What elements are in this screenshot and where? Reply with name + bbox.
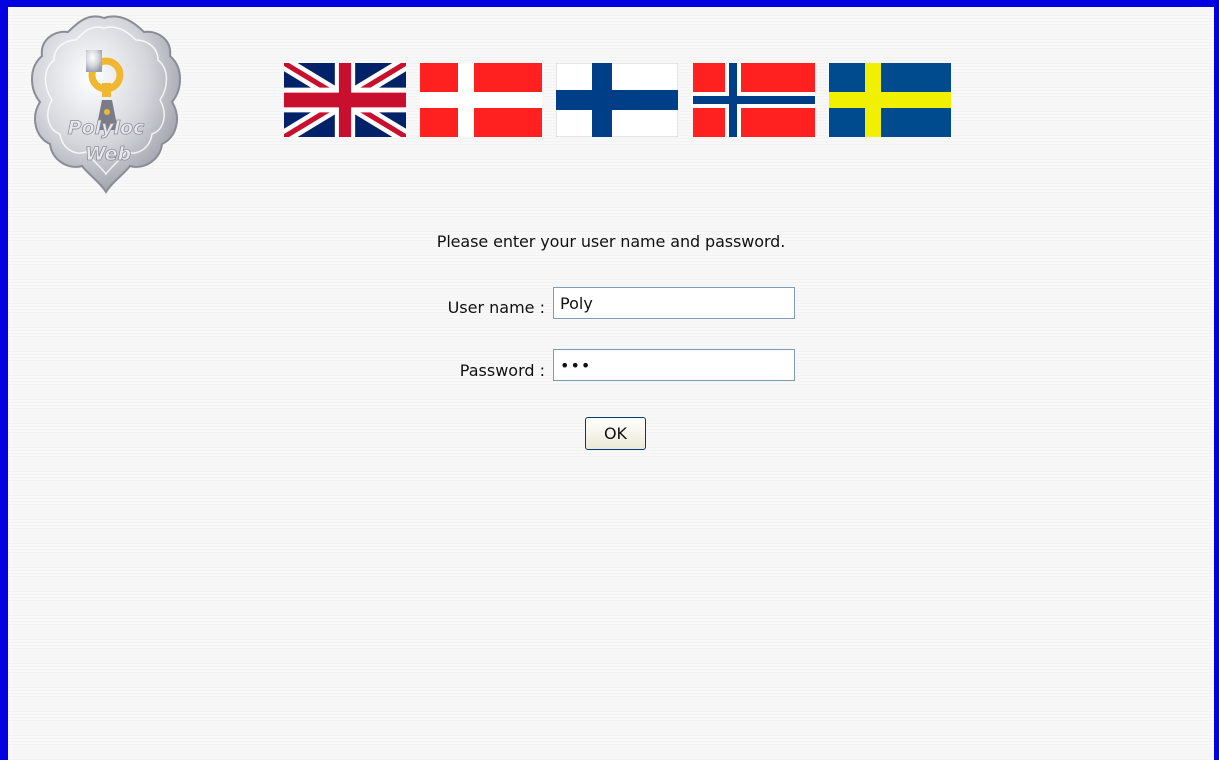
norway-flag-icon[interactable] bbox=[693, 63, 815, 137]
username-input[interactable] bbox=[553, 287, 795, 319]
uk-flag-icon[interactable] bbox=[284, 63, 406, 137]
logo-text-polyloc: Polyloc bbox=[68, 117, 145, 139]
password-label: Password : bbox=[459, 361, 545, 380]
ok-button[interactable]: OK bbox=[585, 417, 646, 450]
username-label: User name : bbox=[447, 298, 545, 317]
password-input[interactable] bbox=[553, 349, 795, 381]
finland-flag-icon[interactable] bbox=[556, 63, 678, 137]
logo-text-web: Web bbox=[85, 143, 131, 165]
denmark-flag-icon[interactable] bbox=[420, 63, 542, 137]
page-frame: Polyloc Web Please enter your user name … bbox=[0, 0, 1219, 760]
login-prompt: Please enter your user name and password… bbox=[436, 232, 786, 251]
sweden-flag-icon[interactable] bbox=[829, 63, 951, 137]
polyloc-web-logo: Polyloc Web bbox=[26, 10, 184, 194]
